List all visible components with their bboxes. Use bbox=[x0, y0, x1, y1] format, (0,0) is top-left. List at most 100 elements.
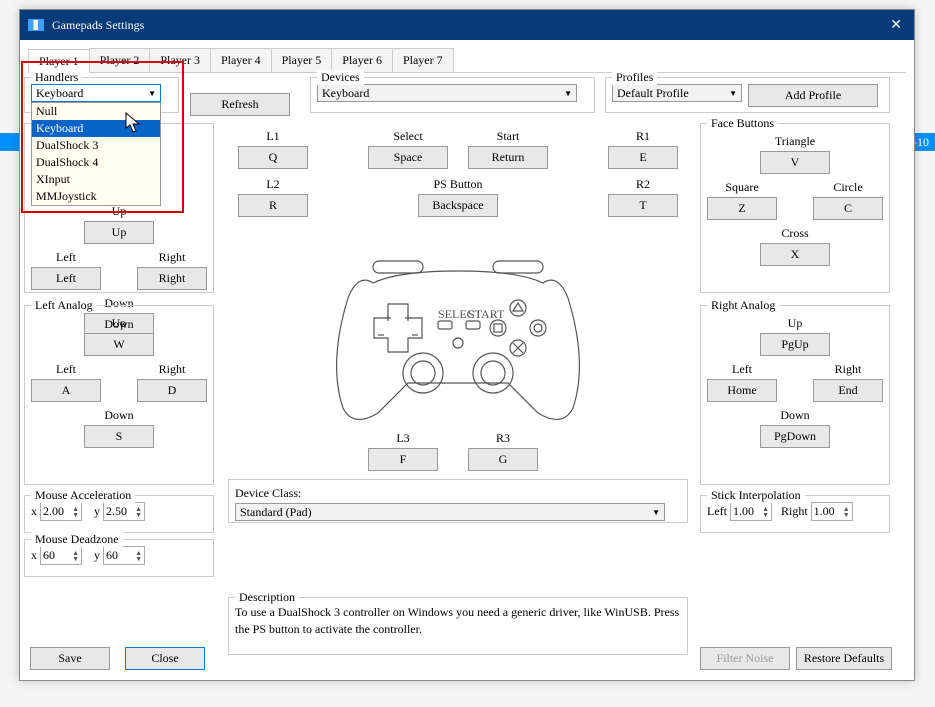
l2-button[interactable]: R bbox=[238, 194, 308, 217]
bg-strip-text: -10 bbox=[913, 135, 929, 150]
dropdown-option-mmjoystick[interactable]: MMJoystick bbox=[32, 188, 160, 205]
description-text: To use a DualShock 3 controller on Windo… bbox=[235, 604, 681, 638]
l2-label: L2 bbox=[238, 177, 308, 192]
select-button[interactable]: Space bbox=[368, 146, 448, 169]
ra-right-label: Right bbox=[813, 362, 883, 377]
r3-button[interactable]: G bbox=[468, 448, 538, 471]
chevron-down-icon: ▼ bbox=[729, 89, 737, 98]
tab-player-2[interactable]: Player 2 bbox=[89, 48, 151, 72]
device-class-label: Device Class: bbox=[235, 486, 681, 501]
select-block: Select Space bbox=[368, 129, 448, 169]
ra-left-button[interactable]: Home bbox=[707, 379, 777, 402]
restore-defaults-button[interactable]: Restore Defaults bbox=[796, 647, 892, 670]
la-left-label: Left bbox=[31, 362, 101, 377]
si-left-input[interactable]: 1.00▲▼ bbox=[730, 502, 772, 521]
close-icon[interactable]: ✕ bbox=[886, 17, 906, 34]
la-up-button[interactable]: W bbox=[84, 333, 154, 356]
tab-player-6[interactable]: Player 6 bbox=[331, 48, 393, 72]
ci-button[interactable]: C bbox=[813, 197, 883, 220]
cr-label: Cross bbox=[760, 226, 830, 241]
mouse-accel-group: Mouse Acceleration x 2.00▲▼ y 2.50▲▼ bbox=[24, 495, 214, 533]
la-down-button[interactable]: S bbox=[84, 425, 154, 448]
ma-x-input[interactable]: 2.00▲▼ bbox=[40, 502, 82, 521]
ra-right-button[interactable]: End bbox=[813, 379, 883, 402]
left-analog-group: Left Analog UpW LeftA RightD DownS bbox=[24, 305, 214, 485]
tri-label: Triangle bbox=[760, 134, 830, 149]
dropdown-option-xinput[interactable]: XInput bbox=[32, 171, 160, 188]
start-button[interactable]: Return bbox=[468, 146, 548, 169]
tab-player-3[interactable]: Player 3 bbox=[149, 48, 211, 72]
mouse-dead-legend: Mouse Deadzone bbox=[31, 532, 123, 547]
l3-label: L3 bbox=[368, 431, 438, 446]
add-profile-button[interactable]: Add Profile bbox=[748, 84, 878, 107]
save-button[interactable]: Save bbox=[30, 647, 110, 670]
l2-block: L2 R bbox=[238, 177, 308, 217]
handlers-legend: Handlers bbox=[31, 70, 82, 85]
devices-select-value: Keyboard bbox=[322, 86, 369, 101]
app-icon bbox=[28, 19, 44, 31]
filter-noise-button[interactable]: Filter Noise bbox=[700, 647, 790, 670]
dpad-up-button[interactable]: Up bbox=[84, 221, 154, 244]
devices-select[interactable]: Keyboard ▼ bbox=[317, 84, 577, 102]
refresh-button[interactable]: Refresh bbox=[190, 93, 290, 116]
l3-block: L3 F bbox=[368, 431, 438, 471]
ps-button[interactable]: Backspace bbox=[418, 194, 498, 217]
content-area: Handlers Keyboard ▼ Null Keyboard DualSh… bbox=[20, 73, 914, 680]
r2-label: R2 bbox=[608, 177, 678, 192]
dropdown-option-dualshock4[interactable]: DualShock 4 bbox=[32, 154, 160, 171]
handlers-group: Handlers Keyboard ▼ Null Keyboard DualSh… bbox=[24, 77, 179, 113]
device-class-select[interactable]: Standard (Pad) ▼ bbox=[235, 503, 665, 521]
dpad-right-button[interactable]: Right bbox=[137, 267, 207, 290]
devices-group: Devices Keyboard ▼ bbox=[310, 77, 595, 113]
face-legend: Face Buttons bbox=[707, 116, 778, 131]
la-left-button[interactable]: A bbox=[31, 379, 101, 402]
face-buttons-group: Face Buttons TriangleV SquareZ CircleC C… bbox=[700, 123, 890, 293]
ra-down-button[interactable]: PgDown bbox=[760, 425, 830, 448]
ra-down-label: Down bbox=[760, 408, 830, 423]
titlebar: Gamepads Settings ✕ bbox=[20, 10, 914, 40]
dpad-left-button[interactable]: Left bbox=[31, 267, 101, 290]
gamepad-settings-window: Gamepads Settings ✕ Player 1 Player 2 Pl… bbox=[19, 9, 915, 681]
ra-up-button[interactable]: PgUp bbox=[760, 333, 830, 356]
sq-button[interactable]: Z bbox=[707, 197, 777, 220]
chevron-down-icon: ▼ bbox=[652, 508, 660, 517]
cr-button[interactable]: X bbox=[760, 243, 830, 266]
dropdown-option-null[interactable]: Null bbox=[32, 103, 160, 120]
tab-player-7[interactable]: Player 7 bbox=[392, 48, 454, 72]
ra-up-label: Up bbox=[760, 316, 830, 331]
description-legend: Description bbox=[235, 590, 299, 605]
close-button[interactable]: Close bbox=[125, 647, 205, 670]
profiles-group: Profiles Default Profile ▼ Add Profile bbox=[605, 77, 890, 113]
profiles-select[interactable]: Default Profile ▼ bbox=[612, 84, 742, 102]
l1-button[interactable]: Q bbox=[238, 146, 308, 169]
left-analog-legend: Left Analog bbox=[31, 298, 97, 313]
dropdown-option-dualshock3[interactable]: DualShock 3 bbox=[32, 137, 160, 154]
r2-button[interactable]: T bbox=[608, 194, 678, 217]
la-right-button[interactable]: D bbox=[137, 379, 207, 402]
handlers-select[interactable]: Keyboard ▼ bbox=[31, 84, 161, 102]
la-up-label: Up bbox=[84, 316, 154, 331]
md-y-input[interactable]: 60▲▼ bbox=[103, 546, 145, 565]
dropdown-option-keyboard[interactable]: Keyboard bbox=[32, 120, 160, 137]
r1-button[interactable]: E bbox=[608, 146, 678, 169]
r3-label: R3 bbox=[468, 431, 538, 446]
tri-button[interactable]: V bbox=[760, 151, 830, 174]
r2-block: R2 T bbox=[608, 177, 678, 217]
right-analog-legend: Right Analog bbox=[707, 298, 779, 313]
md-x-input[interactable]: 60▲▼ bbox=[40, 546, 82, 565]
spinner-icon[interactable]: ▲▼ bbox=[135, 506, 142, 518]
ma-y-input[interactable]: 2.50▲▼ bbox=[103, 502, 145, 521]
tab-player-4[interactable]: Player 4 bbox=[210, 48, 272, 72]
si-right-input[interactable]: 1.00▲▼ bbox=[811, 502, 853, 521]
spinner-icon[interactable]: ▲▼ bbox=[135, 550, 142, 562]
ci-label: Circle bbox=[813, 180, 883, 195]
tab-player-5[interactable]: Player 5 bbox=[271, 48, 333, 72]
spinner-icon[interactable]: ▲▼ bbox=[843, 506, 850, 518]
mouse-dead-group: Mouse Deadzone x 60▲▼ y 60▲▼ bbox=[24, 539, 214, 577]
spinner-icon[interactable]: ▲▼ bbox=[762, 506, 769, 518]
spinner-icon[interactable]: ▲▼ bbox=[72, 550, 79, 562]
r1-block: R1 E bbox=[608, 129, 678, 169]
l3-button[interactable]: F bbox=[368, 448, 438, 471]
spinner-icon[interactable]: ▲▼ bbox=[72, 506, 79, 518]
select-label: Select bbox=[368, 129, 448, 144]
